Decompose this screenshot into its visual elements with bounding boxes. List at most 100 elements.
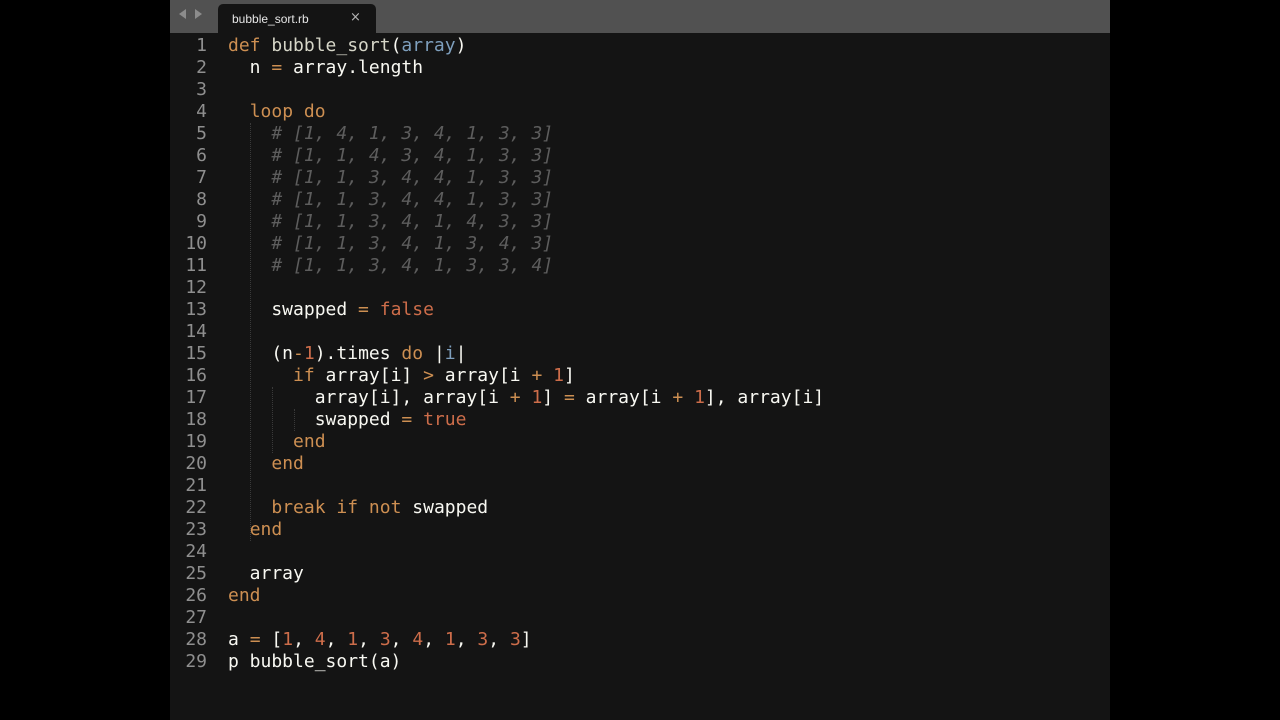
code-line[interactable]: 13 swapped = false	[170, 299, 1110, 321]
code-token: 1	[444, 629, 456, 650]
tab-bar: bubble_sort.rb ×	[170, 0, 1110, 33]
code-line[interactable]: 10 # [1, 1, 3, 4, 1, 3, 4, 3]	[170, 233, 1110, 255]
code-line[interactable]: 7 # [1, 1, 3, 4, 4, 1, 3, 3]	[170, 167, 1110, 189]
code-token: swapped	[401, 497, 489, 518]
line-number: 12	[185, 277, 207, 298]
code-token: # [1, 1, 3, 4, 4, 1, 3, 3]	[271, 189, 554, 210]
code-line[interactable]: 23 end	[170, 519, 1110, 541]
code-line[interactable]: 11 # [1, 1, 3, 4, 1, 3, 3, 4]	[170, 255, 1110, 277]
code-token: ,	[390, 629, 413, 650]
code-token: # [1, 4, 1, 3, 4, 1, 3, 3]	[271, 123, 554, 144]
line-number: 18	[185, 409, 207, 430]
code-text: array[i], array[i + 1] = array[i + 1], a…	[228, 387, 824, 409]
code-line[interactable]: 20 end	[170, 453, 1110, 475]
code-token: do	[401, 343, 424, 364]
code-line[interactable]: 9 # [1, 1, 3, 4, 1, 4, 3, 3]	[170, 211, 1110, 233]
code-text: # [1, 1, 3, 4, 1, 3, 3, 4]	[228, 255, 553, 277]
close-icon[interactable]: ×	[350, 10, 361, 25]
line-number: 25	[185, 563, 207, 584]
code-editor[interactable]: 1 def bubble_sort(array) 2 n = array.lengt…	[170, 34, 1110, 720]
indent-guide	[272, 387, 273, 453]
code-line[interactable]: 27	[170, 607, 1110, 629]
code-line[interactable]: 2 n = array.length	[170, 57, 1110, 79]
code-line[interactable]: 22 break if not swapped	[170, 497, 1110, 519]
code-text: # [1, 1, 3, 4, 1, 3, 4, 3]	[228, 233, 553, 255]
code-text: end	[228, 453, 304, 475]
code-token: ,	[488, 629, 510, 650]
code-text: loop do	[228, 101, 326, 123]
code-text: def bubble_sort(array)	[228, 35, 466, 57]
code-token: bubble_sort	[271, 35, 391, 56]
line-number: 10	[185, 233, 207, 254]
code-line[interactable]: 6 # [1, 1, 4, 3, 4, 1, 3, 3]	[170, 145, 1110, 167]
code-token: )	[455, 35, 467, 56]
code-token: +	[509, 387, 521, 408]
code-line[interactable]: 24	[170, 541, 1110, 563]
code-text: end	[228, 585, 261, 607]
code-line[interactable]: 21	[170, 475, 1110, 497]
code-token: +	[531, 365, 543, 386]
code-token: 4	[412, 629, 424, 650]
code-text: # [1, 1, 3, 4, 4, 1, 3, 3]	[228, 189, 553, 211]
code-token: =	[271, 57, 283, 78]
line-number: 15	[185, 343, 207, 364]
code-line[interactable]: 12	[170, 277, 1110, 299]
code-line[interactable]: 17 array[i], array[i + 1] = array[i + 1]…	[170, 387, 1110, 409]
line-number: 28	[185, 629, 207, 650]
code-line[interactable]: 25 array	[170, 563, 1110, 585]
code-token: swapped	[228, 299, 359, 320]
tab-bubble-sort[interactable]: bubble_sort.rb ×	[218, 4, 376, 33]
code-token: # [1, 1, 3, 4, 1, 3, 3, 4]	[271, 255, 554, 276]
code-token: array[i	[433, 365, 532, 386]
line-number: 5	[196, 123, 207, 144]
line-number: 16	[185, 365, 207, 386]
code-line[interactable]: 29 p bubble_sort(a)	[170, 651, 1110, 673]
line-number: 22	[185, 497, 207, 518]
code-token: # [1, 1, 3, 4, 1, 3, 4, 3]	[271, 233, 554, 254]
code-text: (n-1).times do |i|	[228, 343, 466, 365]
code-token: array[i], array[i	[228, 387, 510, 408]
code-token: 1	[531, 387, 543, 408]
code-line[interactable]: 26 end	[170, 585, 1110, 607]
code-token: array[i]	[314, 365, 424, 386]
code-line[interactable]: 3	[170, 79, 1110, 101]
code-token: ,	[293, 629, 315, 650]
code-token: |	[423, 343, 445, 364]
forward-arrow-icon[interactable]	[195, 9, 202, 19]
line-number: 11	[185, 255, 207, 276]
line-number: 4	[196, 101, 207, 122]
code-text: end	[228, 519, 283, 541]
code-token: loop	[249, 101, 294, 122]
code-token: -	[293, 343, 304, 364]
code-line[interactable]: 18 swapped = true	[170, 409, 1110, 431]
code-line[interactable]: 28 a = [1, 4, 1, 3, 4, 1, 3, 3]	[170, 629, 1110, 651]
code-token: 1	[694, 387, 705, 408]
code-line[interactable]: 1 def bubble_sort(array)	[170, 35, 1110, 57]
code-token: if	[293, 365, 315, 386]
code-line[interactable]: 8 # [1, 1, 3, 4, 4, 1, 3, 3]	[170, 189, 1110, 211]
code-line[interactable]: 15 (n-1).times do |i|	[170, 343, 1110, 365]
code-line[interactable]: 5 # [1, 4, 1, 3, 4, 1, 3, 3]	[170, 123, 1110, 145]
code-token: end	[228, 585, 261, 606]
code-line[interactable]: 19 end	[170, 431, 1110, 453]
code-line[interactable]: 16 if array[i] > array[i + 1]	[170, 365, 1110, 387]
line-number: 17	[185, 387, 207, 408]
code-text: array	[228, 563, 304, 585]
code-token: end	[271, 453, 304, 474]
line-number: 2	[196, 57, 207, 78]
line-number: 23	[185, 519, 207, 540]
code-token: not	[368, 497, 402, 518]
code-token: end	[293, 431, 326, 452]
code-line[interactable]: 14	[170, 321, 1110, 343]
code-token: =	[563, 387, 575, 408]
line-number: 1	[196, 35, 207, 56]
code-token: true	[423, 409, 467, 430]
code-line[interactable]: 4 loop do	[170, 101, 1110, 123]
code-token: ).times	[314, 343, 402, 364]
editor-window: bubble_sort.rb × 1 def bubble_sort(array)…	[170, 0, 1110, 720]
back-arrow-icon[interactable]	[179, 9, 186, 19]
code-token: 3	[509, 629, 521, 650]
